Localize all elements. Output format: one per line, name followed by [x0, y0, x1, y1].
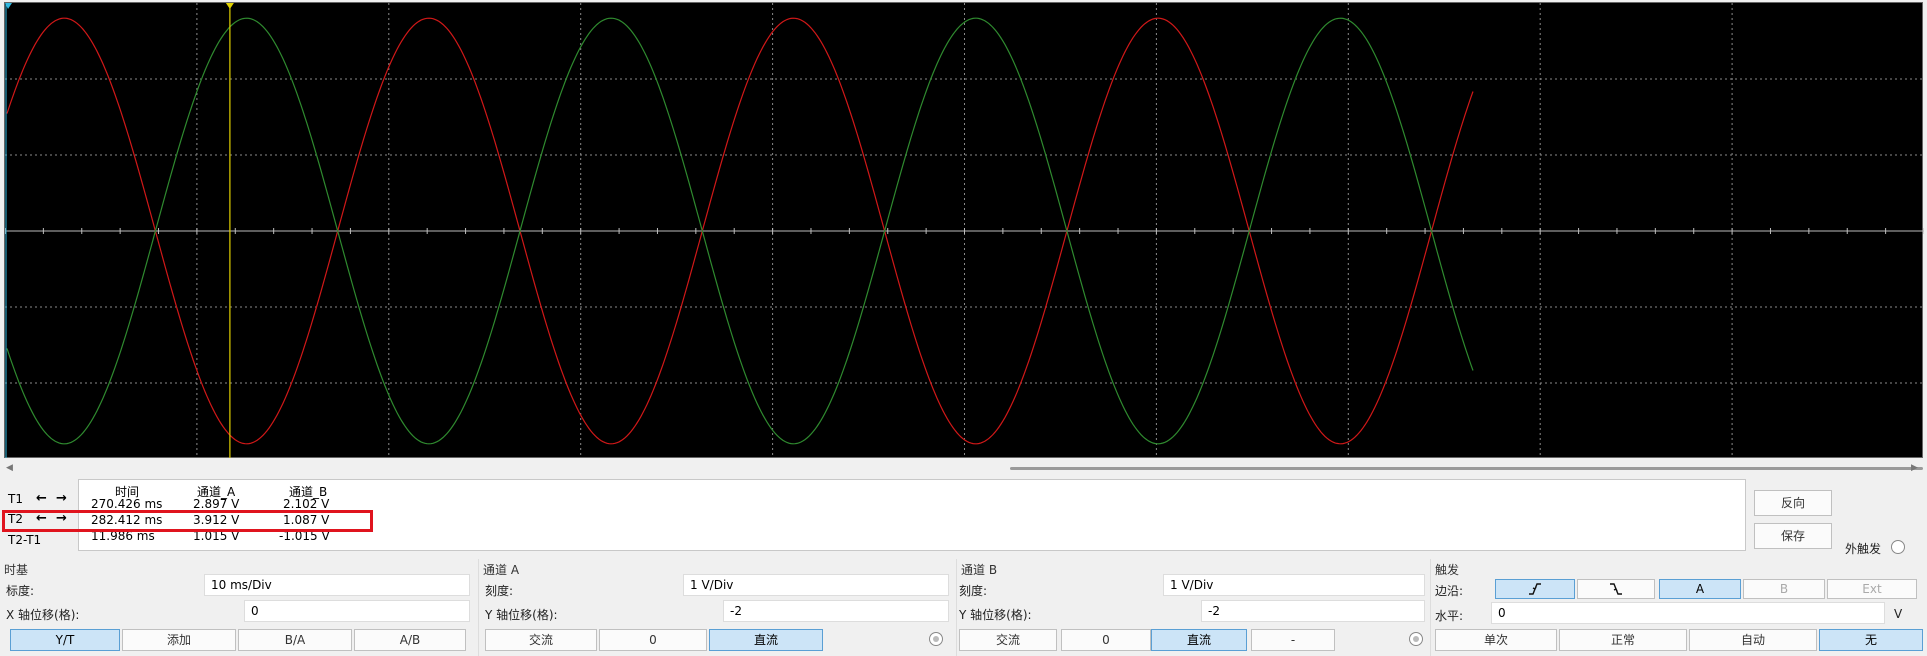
cursor-diff-row: T2-T1	[4, 531, 76, 549]
channel-a-y-offset-label: Y 轴位移(格):	[485, 608, 558, 622]
channel-a-group: 通道 A 刻度: 1 V/Div Y 轴位移(格): -2 交流 0 直流	[478, 559, 956, 656]
cursor-t2-marker-icon	[225, 3, 234, 9]
channel-b-enable-radio[interactable]	[1409, 632, 1423, 646]
timebase-scale-field[interactable]: 10 ms/Div	[204, 574, 470, 596]
channel-b-y-offset-label: Y 轴位移(格):	[959, 608, 1032, 622]
trigger-level-field[interactable]: 0	[1491, 602, 1885, 624]
horizontal-scrollbar[interactable]: ◀ ▶	[4, 458, 1923, 478]
timebase-title: 时基	[4, 563, 29, 577]
t1-move-right-icon[interactable]: →	[56, 491, 67, 506]
channel-a-ac-button[interactable]: 交流	[485, 629, 597, 651]
channel-b-invert-button[interactable]: -	[1251, 629, 1335, 651]
rising-edge-icon	[1529, 583, 1541, 595]
timebase-scale-label: 标度:	[6, 584, 35, 598]
falling-edge-icon	[1610, 583, 1622, 595]
scroll-right-icon[interactable]: ▶	[1911, 462, 1918, 474]
channel-a-dc-button[interactable]: 直流	[709, 629, 823, 651]
trigger-level-label: 水平:	[1435, 609, 1464, 623]
trigger-single-button[interactable]: 单次	[1435, 629, 1557, 651]
mode-ba-button[interactable]: B/A	[238, 629, 352, 651]
timebase-group: 时基 标度: 10 ms/Div X 轴位移(格): 0 Y/T 添加 B/A …	[0, 559, 478, 656]
x-offset-label: X 轴位移(格):	[6, 608, 80, 622]
channel-a-y-offset-field[interactable]: -2	[723, 600, 949, 622]
scroll-left-icon[interactable]: ◀	[6, 462, 13, 474]
channel-b-y-offset-field[interactable]: -2	[1201, 600, 1425, 622]
rising-edge-button[interactable]	[1495, 579, 1575, 599]
cursor-t1-row: T1 ← →	[4, 491, 76, 509]
channel-a-scale-label: 刻度:	[485, 584, 514, 598]
cursor-diff-label: T2-T1	[8, 533, 42, 547]
trigger-title: 触发	[1435, 563, 1460, 577]
trigger-none-button[interactable]: 无	[1819, 629, 1923, 651]
t1-time-value: 270.426 ms	[91, 497, 163, 511]
oscilloscope-screen[interactable]	[4, 2, 1924, 459]
channel-a-ground-button[interactable]: 0	[599, 629, 707, 651]
trigger-source-ext-button[interactable]: Ext	[1827, 579, 1917, 599]
t1-channel-a-value: 2.897 V	[193, 497, 240, 511]
trigger-group: 触发 边沿: A B Ext 水平: 0 V 单次 正常 自动 无	[1430, 559, 1927, 656]
channel-a-enable-radio[interactable]	[929, 632, 943, 646]
channel-b-scale-field[interactable]: 1 V/Div	[1163, 574, 1425, 596]
channel-b-title: 通道 B	[961, 563, 998, 577]
mode-add-button[interactable]: 添加	[122, 629, 236, 651]
external-trigger-label: 外触发	[1845, 542, 1882, 556]
trigger-source-b-button[interactable]: B	[1743, 579, 1825, 599]
scrollbar-thumb[interactable]	[1010, 467, 1923, 470]
waveform-plot[interactable]	[5, 3, 1924, 459]
channel-b-ground-button[interactable]: 0	[1061, 629, 1151, 651]
cursor-t1-label: T1	[8, 492, 23, 506]
external-trigger-radio[interactable]	[1891, 540, 1905, 554]
channel-a-title: 通道 A	[483, 563, 520, 577]
channel-b-group: 通道 B 刻度: 1 V/Div Y 轴位移(格): -2 交流 0 直流 -	[956, 559, 1430, 656]
channel-b-dc-button[interactable]: 直流	[1151, 629, 1247, 651]
trigger-edge-label: 边沿:	[1435, 584, 1464, 598]
trigger-normal-button[interactable]: 正常	[1559, 629, 1687, 651]
channel-b-ac-button[interactable]: 交流	[959, 629, 1057, 651]
channel-b-scale-label: 刻度:	[959, 584, 988, 598]
trigger-auto-button[interactable]: 自动	[1689, 629, 1817, 651]
t1-move-left-icon[interactable]: ←	[36, 491, 47, 506]
mode-yt-button[interactable]: Y/T	[10, 629, 120, 651]
channel-a-scale-field[interactable]: 1 V/Div	[683, 574, 949, 596]
t2-row-highlight	[2, 510, 373, 532]
save-button[interactable]: 保存	[1754, 523, 1832, 549]
falling-edge-button[interactable]	[1577, 579, 1655, 599]
trigger-source-a-button[interactable]: A	[1659, 579, 1741, 599]
reverse-button[interactable]: 反向	[1754, 490, 1832, 516]
trigger-level-unit: V	[1894, 607, 1903, 621]
mode-ab-button[interactable]: A/B	[354, 629, 466, 651]
x-offset-field[interactable]: 0	[244, 600, 470, 622]
t1-channel-b-value: 2.102 V	[283, 497, 330, 511]
